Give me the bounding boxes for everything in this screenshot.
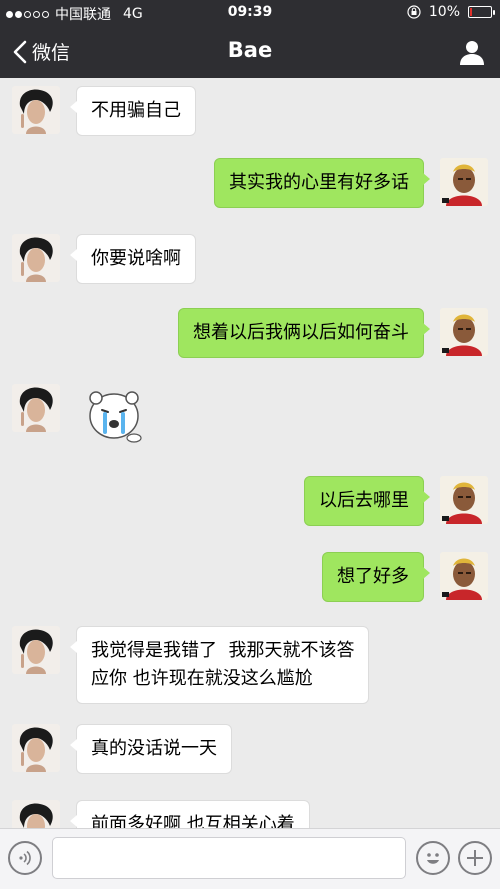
emoji-icon: [427, 853, 439, 864]
message-bubble[interactable]: 我觉得是我错了 我那天就不该答 应你 也许现在就没这么尴尬: [69, 626, 370, 704]
my-avatar[interactable]: [440, 476, 488, 524]
voice-button[interactable]: [8, 841, 42, 875]
plus-icon: [467, 850, 483, 866]
woman-portrait-icon: [12, 234, 60, 282]
message-input[interactable]: [52, 837, 406, 879]
woman-portrait-icon: [12, 724, 60, 772]
message-bubble[interactable]: 以后去哪里: [304, 476, 430, 526]
orientation-lock-icon: [407, 5, 421, 19]
chat-title: Bae: [227, 38, 273, 62]
woman-portrait-icon: [12, 384, 60, 432]
profile-icon[interactable]: [458, 38, 486, 66]
message-bubble[interactable]: 其实我的心里有好多话: [214, 158, 430, 208]
message-bubble[interactable]: 你要说啥啊: [70, 234, 196, 284]
contact-avatar[interactable]: [12, 724, 60, 772]
emoji-button[interactable]: [416, 841, 450, 875]
battery-fill: [470, 8, 472, 16]
message-bubble[interactable]: 想着以后我俩以后如何奋斗: [178, 308, 430, 358]
battery-label: 10%: [428, 4, 460, 20]
my-avatar[interactable]: [440, 158, 488, 206]
message-bubble[interactable]: 真的没话说一天: [70, 724, 232, 774]
man-portrait-icon: [440, 308, 488, 356]
message-bubble[interactable]: 想了好多: [322, 552, 430, 602]
voice-icon: [19, 850, 31, 866]
my-avatar[interactable]: [440, 552, 488, 600]
woman-portrait-icon: [12, 626, 60, 674]
contact-avatar[interactable]: [12, 86, 60, 134]
status-bar: 中国联通 4G 09:39 10%: [0, 0, 500, 26]
message-bubble[interactable]: 不用骗自己: [70, 86, 196, 136]
battery-icon: [468, 6, 495, 18]
message-bubble[interactable]: 前面多好啊 也互相关心着: [70, 800, 310, 828]
woman-portrait-icon: [12, 86, 60, 134]
nav-bar: 微信 Bae: [0, 26, 500, 78]
message-list[interactable]: 不用骗自己 其实我的心里有好多话 你要说啥啊 想着以后我俩以后如何奋斗 以后去哪…: [0, 78, 500, 828]
man-portrait-icon: [440, 552, 488, 600]
contact-avatar[interactable]: [12, 234, 60, 282]
plus-button[interactable]: [458, 841, 492, 875]
contact-avatar[interactable]: [12, 384, 60, 432]
woman-portrait-icon: [12, 800, 60, 828]
crying-bear-sticker[interactable]: [84, 384, 146, 446]
man-portrait-icon: [440, 476, 488, 524]
input-bar: [0, 828, 500, 889]
man-portrait-icon: [440, 158, 488, 206]
my-avatar[interactable]: [440, 308, 488, 356]
status-right: 10%: [407, 4, 495, 20]
contact-avatar[interactable]: [12, 626, 60, 674]
contact-avatar[interactable]: [12, 800, 60, 828]
